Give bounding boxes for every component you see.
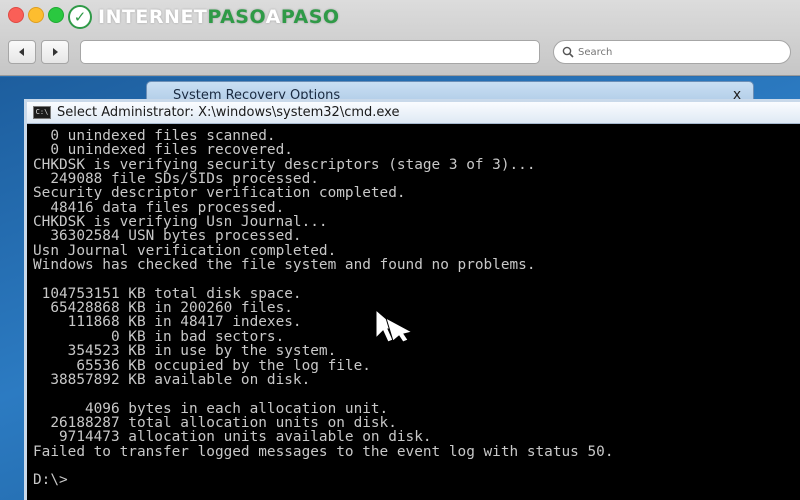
console-line: 48416 data files processed.: [33, 199, 285, 216]
console-line: 354523 KB in use by the system.: [33, 343, 337, 360]
console-line: D:\>: [33, 472, 68, 489]
console-line: 38857892 KB available on disk.: [33, 371, 311, 388]
minimize-window-button[interactable]: [28, 7, 44, 23]
brand-text-paso: PASO: [207, 6, 266, 28]
address-bar[interactable]: [80, 40, 540, 64]
cmd-window-title: Select Administrator: X:\windows\system3…: [57, 105, 400, 120]
cmd-titlebar[interactable]: C:\ Select Administrator: X:\windows\sys…: [27, 102, 800, 124]
brand-text-a: A: [265, 6, 281, 28]
console-line: 26188287 total allocation units on disk.: [33, 414, 397, 431]
search-field[interactable]: [553, 40, 791, 64]
mouse-cursor-icon: [375, 308, 414, 343]
console-line: 4096 bytes in each allocation unit.: [33, 400, 389, 417]
browser-toolbar: ✓ INTERNETPASOAPASO: [0, 0, 800, 76]
search-input[interactable]: [578, 46, 778, 58]
forward-button[interactable]: [41, 40, 69, 64]
console-line: 0 unindexed files recovered.: [33, 142, 293, 159]
back-button[interactable]: [8, 40, 36, 64]
console-line: 0 unindexed files scanned.: [33, 128, 276, 144]
brand-logo: ✓ INTERNETPASOAPASO: [68, 2, 340, 32]
console-line: CHKDSK is verifying Usn Journal...: [33, 214, 328, 231]
console-line: 0 KB in bad sectors.: [33, 328, 285, 345]
console-line: Security descriptor verification complet…: [33, 185, 406, 202]
console-line: CHKDSK is verifying security descriptors…: [33, 156, 536, 173]
arrow-left-icon: [19, 48, 24, 56]
brand-text-paso-2: PASO: [280, 6, 340, 28]
console-line: 65536 KB occupied by the log file.: [33, 357, 371, 374]
cmd-icon: C:\: [33, 106, 51, 119]
console-line: 249088 file SDs/SIDs processed.: [33, 171, 319, 188]
console-line: 9714473 allocation units available on di…: [33, 429, 432, 446]
search-icon: [562, 46, 574, 58]
checkmark-logo-icon: ✓: [68, 5, 92, 29]
console-line: 36302584 USN bytes processed.: [33, 228, 302, 245]
console-line: 111868 KB in 48417 indexes.: [33, 314, 302, 331]
console-line: Windows has checked the file system and …: [33, 257, 536, 274]
console-line: 65428868 KB in 200260 files.: [33, 300, 293, 317]
maximize-window-button[interactable]: [48, 7, 64, 23]
console-line: Usn Journal verification completed.: [33, 242, 337, 259]
console-line: 104753151 KB total disk space.: [33, 285, 302, 302]
brand-text-internet: INTERNET: [98, 6, 208, 28]
cmd-window[interactable]: C:\ Select Administrator: X:\windows\sys…: [24, 99, 800, 500]
console-line: Failed to transfer logged messages to th…: [33, 443, 614, 460]
close-window-button[interactable]: [8, 7, 24, 23]
arrow-right-icon: [53, 48, 58, 56]
